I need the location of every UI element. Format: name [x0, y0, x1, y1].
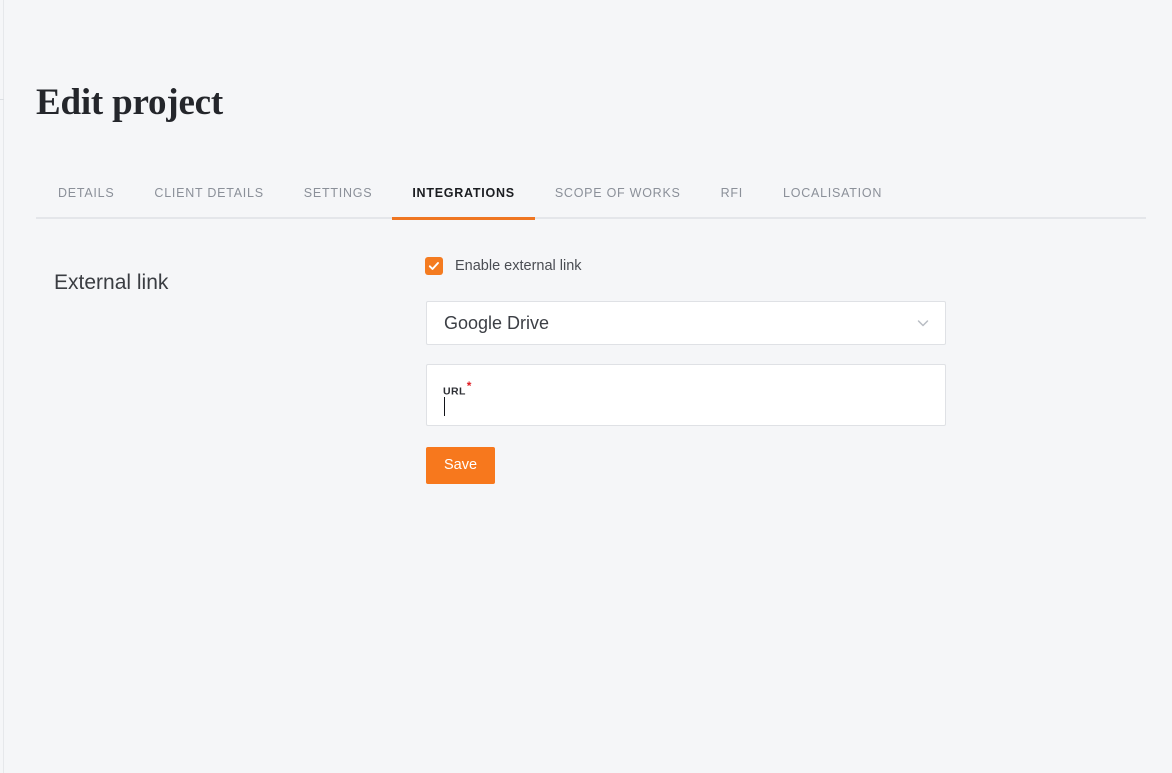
enable-external-link-row[interactable]: Enable external link: [425, 255, 952, 277]
tab-integrations[interactable]: INTEGRATIONS: [392, 180, 535, 220]
external-link-form: Enable external link Google Drive URL* S…: [422, 255, 952, 484]
text-caret: [444, 397, 445, 416]
page-title: Edit project: [36, 81, 224, 123]
tab-details[interactable]: DETAILS: [36, 180, 134, 219]
url-field-label: URL*: [443, 379, 472, 398]
edit-project-page: Edit project DETAILS CLIENT DETAILS SETT…: [0, 0, 1172, 773]
tab-localisation[interactable]: LOCALISATION: [763, 180, 902, 219]
save-button[interactable]: Save: [426, 447, 496, 484]
page-content: Edit project DETAILS CLIENT DETAILS SETT…: [4, 0, 1172, 773]
provider-select-value: Google Drive: [444, 313, 550, 333]
required-asterisk: *: [466, 379, 472, 393]
section-heading-external-link: External link: [54, 271, 169, 294]
enable-external-link-checkbox[interactable]: [425, 257, 443, 275]
provider-select[interactable]: Google Drive: [426, 301, 946, 345]
chevron-down-icon[interactable]: [915, 315, 931, 331]
tab-settings[interactable]: SETTINGS: [284, 180, 393, 219]
tab-rfi[interactable]: RFI: [701, 180, 763, 219]
check-icon: [428, 262, 439, 270]
url-field[interactable]: URL*: [426, 364, 946, 426]
url-field-label-text: URL: [443, 385, 466, 398]
tabbar: DETAILS CLIENT DETAILS SETTINGS INTEGRAT…: [36, 180, 1146, 220]
tab-client-details[interactable]: CLIENT DETAILS: [134, 180, 283, 219]
tab-list: DETAILS CLIENT DETAILS SETTINGS INTEGRAT…: [36, 180, 902, 220]
tab-scope-of-works[interactable]: SCOPE OF WORKS: [535, 180, 701, 219]
enable-external-link-label: Enable external link: [455, 258, 582, 274]
